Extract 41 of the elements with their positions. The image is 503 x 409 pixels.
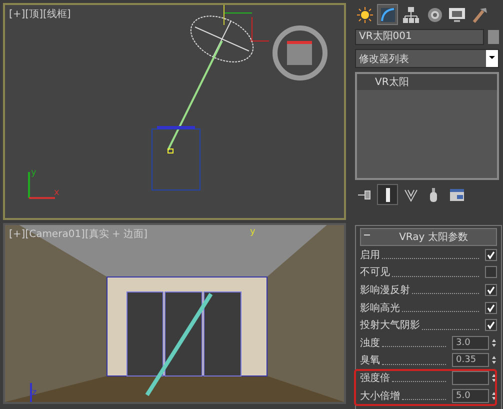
checkbox[interactable] xyxy=(485,266,497,278)
stack-item[interactable]: VR太阳 xyxy=(357,74,497,90)
stack-tool-button[interactable] xyxy=(377,184,398,205)
panel-tab[interactable] xyxy=(400,4,421,25)
panel-tab[interactable] xyxy=(354,4,375,25)
modifier-dropdown[interactable]: 修改器列表 xyxy=(355,49,499,68)
spinner-arrows-icon[interactable] xyxy=(491,354,497,366)
viewport-label[interactable]: [+][顶][线框] xyxy=(9,7,71,21)
panel-tab[interactable] xyxy=(377,4,398,25)
spinner-arrows-icon[interactable] xyxy=(491,390,497,402)
checkbox[interactable] xyxy=(485,319,497,332)
spinner-arrows-icon[interactable] xyxy=(491,372,497,384)
axis-label: y xyxy=(250,227,256,237)
hierarchy-icon xyxy=(402,6,420,24)
hammer-icon xyxy=(470,6,488,24)
rollout-header[interactable]: VRay 太阳参数 xyxy=(360,228,497,246)
param-label: 投射大气阴影 xyxy=(360,318,420,332)
sun-icon xyxy=(356,6,374,24)
color-swatch[interactable] xyxy=(488,30,499,44)
param-label: 强度倍 xyxy=(360,372,390,385)
monitor-icon xyxy=(448,6,466,24)
checkbox[interactable] xyxy=(485,248,497,261)
param-label: 影响高光 xyxy=(360,302,400,315)
bulb-icon xyxy=(430,188,437,202)
number-field[interactable]: 5.0 xyxy=(452,388,489,403)
number-field[interactable] xyxy=(452,370,489,385)
object-name-field[interactable]: VR太阳001 xyxy=(355,29,484,45)
checkbox[interactable] xyxy=(485,302,497,314)
view-cube-icon[interactable] xyxy=(272,26,328,80)
number-field[interactable]: 0.35 xyxy=(452,353,489,368)
curve-icon xyxy=(378,6,396,24)
bar-icon xyxy=(386,188,390,202)
checkbox[interactable] xyxy=(485,284,497,296)
param-label: 臭氧 xyxy=(360,354,380,368)
param-label: 浊度 xyxy=(360,336,380,350)
param-label: 不可见 xyxy=(360,266,390,280)
number-field[interactable]: 3.0 xyxy=(452,336,489,350)
param-label: 影响漫反射 xyxy=(360,284,410,297)
spinner-arrows-icon[interactable] xyxy=(491,336,497,349)
param-label: 大小倍增 xyxy=(360,390,400,403)
param-label: 启用 xyxy=(360,248,380,262)
